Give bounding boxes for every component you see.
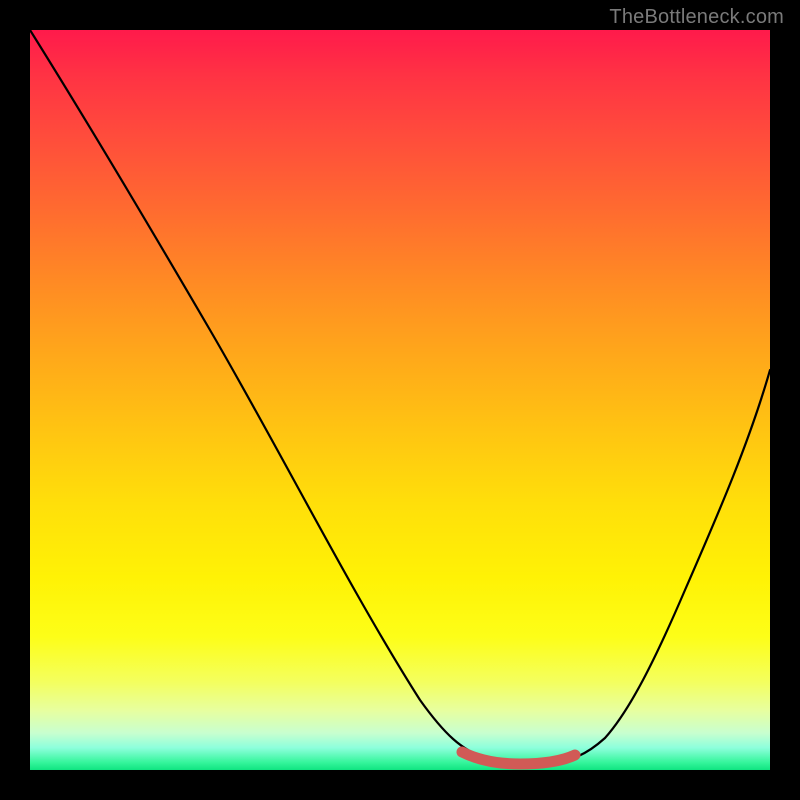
watermark-text: TheBottleneck.com (609, 6, 784, 29)
chart-frame: TheBottleneck.com (0, 0, 800, 800)
bottleneck-curve (30, 30, 770, 763)
bottleneck-curve-highlight (462, 752, 575, 764)
curve-layer (30, 30, 770, 770)
plot-area (30, 30, 770, 770)
